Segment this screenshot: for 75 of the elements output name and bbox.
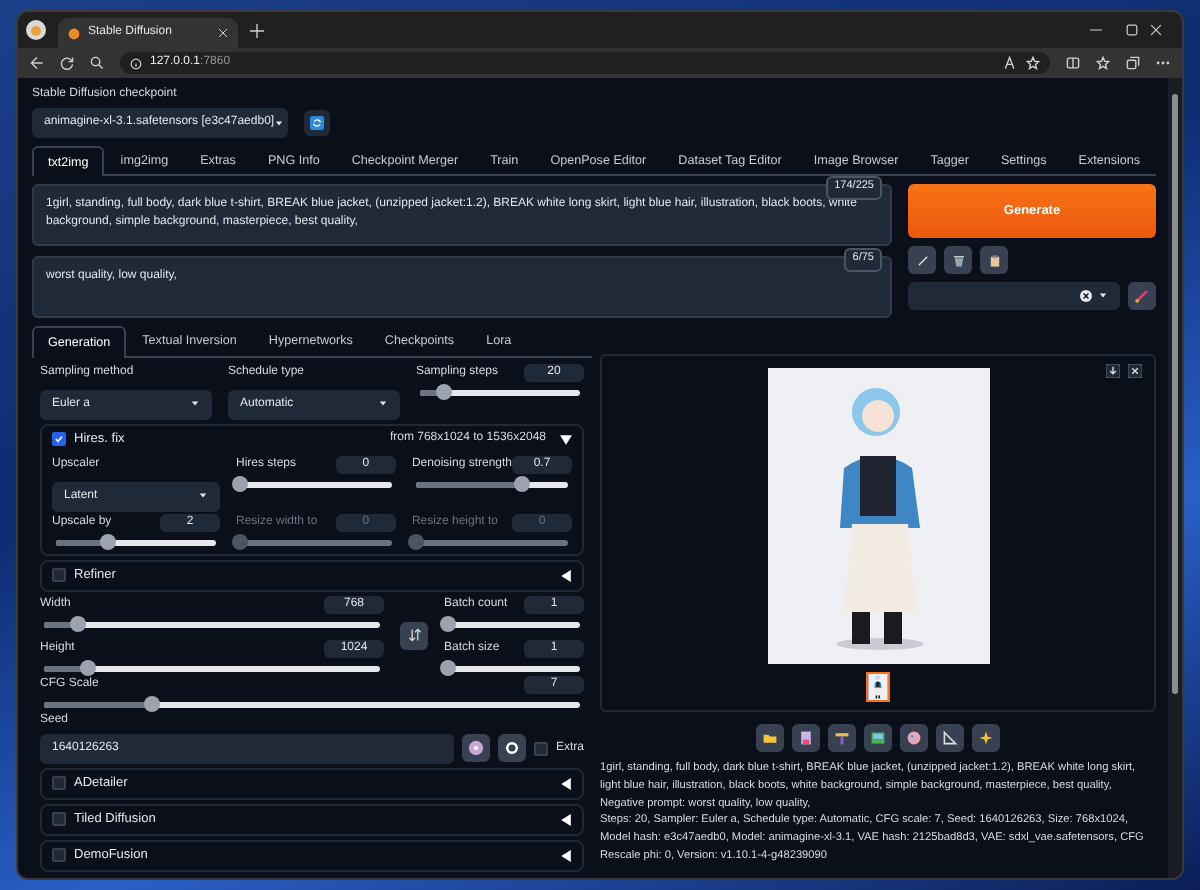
back-icon[interactable] <box>30 56 44 70</box>
star-icon[interactable] <box>1026 56 1040 70</box>
slider-track[interactable] <box>44 621 380 628</box>
trash-button[interactable] <box>944 246 972 275</box>
checkbox[interactable] <box>52 848 66 863</box>
save-icon <box>798 730 814 747</box>
collapse-icon[interactable] <box>560 813 572 826</box>
swap-button[interactable] <box>400 621 428 650</box>
caret-icon <box>198 492 208 501</box>
clipboard-icon <box>987 253 1001 268</box>
close-icon[interactable] <box>1128 364 1142 379</box>
caret-icon <box>189 400 200 409</box>
save-button[interactable] <box>792 724 820 753</box>
expand-icon[interactable] <box>560 433 572 446</box>
folder-button[interactable] <box>756 724 784 753</box>
brush-icon <box>1134 288 1150 305</box>
recycle-icon <box>503 740 520 757</box>
checkbox[interactable] <box>52 568 66 583</box>
slider-track[interactable] <box>44 701 580 708</box>
slider-track[interactable] <box>419 389 580 396</box>
swap-icon <box>407 628 421 643</box>
refresh-button[interactable] <box>304 110 330 136</box>
collapse-icon[interactable] <box>560 569 572 582</box>
slider-thumb[interactable] <box>69 615 86 632</box>
slider-track[interactable] <box>44 665 380 672</box>
slider-thumb[interactable] <box>143 695 160 712</box>
collapse-icon[interactable] <box>560 849 572 862</box>
slider-thumb[interactable] <box>440 615 456 632</box>
read-aloud-icon[interactable] <box>1004 56 1018 70</box>
search-icon[interactable] <box>90 56 104 70</box>
caret-icon <box>377 400 388 409</box>
checkbox[interactable] <box>52 432 66 447</box>
caret-icon <box>1098 292 1108 301</box>
slider-thumb[interactable] <box>514 475 531 492</box>
ruler-button[interactable] <box>936 724 964 753</box>
split-screen-icon[interactable] <box>1066 56 1080 70</box>
slider-thumb[interactable] <box>232 475 248 492</box>
slider-thumb[interactable] <box>79 659 96 676</box>
profile-icon[interactable] <box>26 20 46 40</box>
slider-track[interactable] <box>415 481 568 488</box>
more-icon[interactable] <box>1156 56 1170 70</box>
thumbnail[interactable] <box>866 672 890 703</box>
clipboard-button[interactable] <box>980 246 1008 275</box>
slider-track[interactable] <box>56 539 216 546</box>
reuse-seed-button[interactable] <box>497 734 526 763</box>
new-tab-icon[interactable] <box>250 23 264 37</box>
download-icon[interactable] <box>1106 364 1120 379</box>
info-icon <box>130 57 142 69</box>
ruler-icon <box>942 730 958 747</box>
caret-icon <box>274 119 285 127</box>
slider-thumb[interactable] <box>440 659 456 676</box>
favicon-icon <box>68 27 80 39</box>
styles-dropdown[interactable] <box>908 282 1120 311</box>
image-button[interactable] <box>864 724 892 753</box>
image-icon <box>870 730 886 747</box>
checkbox[interactable] <box>52 776 66 791</box>
clear-icon <box>1080 290 1092 303</box>
minimize-icon[interactable] <box>1090 24 1102 36</box>
refresh-icon <box>310 116 324 130</box>
refresh-icon[interactable] <box>60 56 74 70</box>
sparkle-icon <box>978 730 994 747</box>
sparkle-button[interactable] <box>972 724 1000 753</box>
checkbox[interactable] <box>52 812 66 827</box>
maximize-icon[interactable] <box>1126 24 1138 36</box>
slider-thumb[interactable] <box>100 533 117 550</box>
checkbox[interactable] <box>533 741 548 756</box>
favorites-icon[interactable] <box>1096 56 1110 70</box>
scrollbar-thumb[interactable] <box>1172 94 1178 694</box>
random-seed-button[interactable] <box>461 734 490 763</box>
slider-thumb[interactable] <box>435 383 452 400</box>
collapse-icon[interactable] <box>560 777 572 790</box>
apply-style-button[interactable] <box>1128 282 1156 311</box>
folder-icon <box>762 730 778 747</box>
trash-icon <box>951 253 965 268</box>
collections-icon[interactable] <box>1126 56 1140 70</box>
